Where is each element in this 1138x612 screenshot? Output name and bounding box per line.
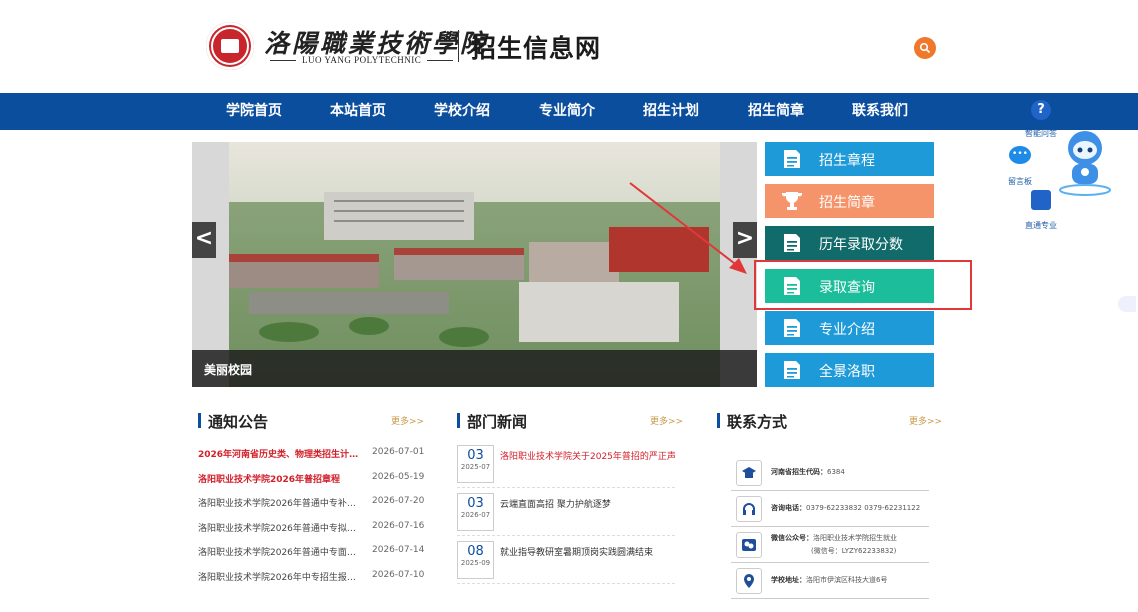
- contact-value: 6384: [827, 468, 845, 476]
- notice-title: 洛阳职业技术学院2026年普通中专拟录取...: [198, 523, 364, 534]
- school-name-en: LUO YANG POLYTECHNIC: [264, 55, 459, 65]
- school-logo: [206, 22, 254, 70]
- news-year-month: 2026-07: [460, 511, 491, 519]
- notices-more-link[interactable]: 更多>>: [391, 414, 424, 427]
- quick-button-4[interactable]: 专业介绍: [765, 311, 934, 345]
- notice-date: 2026-07-20: [372, 496, 425, 506]
- news-date-box: 08 2025-09: [457, 541, 494, 579]
- news-title: 就业指导教研室暑期顶岗实践圆满结束: [500, 548, 654, 558]
- notice-date: 2026-07-16: [372, 520, 425, 531]
- news-title: 洛阳职业技术学院关于2025年普招的严正声明: [500, 452, 675, 462]
- news-year-month: 2025-07: [460, 463, 491, 471]
- notices-title: 通知公告: [198, 411, 268, 432]
- contact-item: 微信公众号：洛阳职业技术学院招生就业 (微信号：LYZY62233832): [731, 528, 929, 563]
- contact-item: 咨询电话：0379-62233832 0379-62231122: [731, 492, 929, 527]
- document-icon: [784, 234, 800, 252]
- contact-label: 咨询电话：: [771, 504, 806, 512]
- slide-caption: 美丽校园: [204, 363, 253, 377]
- contact-value: 0379-62233832 0379-62231122: [806, 504, 921, 512]
- contact-item: 学校地址：洛阳市伊滨区科技大道6号: [731, 564, 929, 599]
- message-board-widget[interactable]: ••• 留言板: [1006, 146, 1034, 187]
- main-nav: 学院首页 本站首页 学校介绍 专业简介 招生计划 招生简章 联系我们: [0, 93, 1138, 130]
- document-icon: [784, 319, 800, 337]
- quick-button-label: 历年录取分数: [819, 237, 903, 253]
- contact-value-line2: (微信号：LYZY62233832): [811, 547, 897, 555]
- notice-title: 洛阳职业技术学院2026年普通中专补档拟...: [198, 499, 364, 509]
- book-icon: [1031, 190, 1051, 210]
- news-title: 云端直面高招 聚力护航逐梦: [500, 500, 611, 510]
- smart-qa-label: 智能问答: [1025, 129, 1057, 138]
- nav-site-home[interactable]: 本站首页: [330, 93, 386, 130]
- graduate-icon: [736, 460, 762, 486]
- site-title: 招生信息网: [471, 34, 602, 63]
- notice-date: 2026-05-19: [372, 471, 425, 482]
- news-item[interactable]: 08 2025-09 就业指导教研室暑期顶岗实践圆满结束: [457, 541, 675, 584]
- nav-enrollment-guide[interactable]: 招生简章: [748, 93, 804, 130]
- major-direct-label: 直通专业: [1025, 221, 1057, 230]
- contact-item: 河南省招生代码：6384: [731, 456, 929, 491]
- news-date-box: 03 2026-07: [457, 493, 494, 531]
- news-item[interactable]: 03 2026-07 云端直面高招 聚力护航逐梦: [457, 493, 675, 536]
- chat-bubble-icon: •••: [1009, 146, 1031, 164]
- notice-title: 洛阳职业技术学院2026年普招章程: [198, 474, 341, 485]
- search-icon: [919, 42, 931, 54]
- news-item[interactable]: 03 2025-07 洛阳职业技术学院关于2025年普招的严正声明: [457, 445, 675, 488]
- notice-date: 2026-07-10: [372, 569, 425, 580]
- side-expand-tab[interactable]: [1118, 296, 1136, 312]
- quick-button-0[interactable]: 招生章程: [765, 142, 934, 176]
- question-icon: ?: [1031, 100, 1051, 120]
- document-icon: [784, 361, 800, 379]
- news-day: 03: [467, 496, 484, 511]
- red-arrow-annotation: [629, 182, 747, 274]
- contacts-more-link[interactable]: 更多>>: [909, 414, 942, 427]
- nav-enrollment-plan[interactable]: 招生计划: [643, 93, 699, 130]
- message-board-label: 留言板: [1008, 177, 1032, 186]
- quick-button-5[interactable]: 全景洛职: [765, 353, 934, 387]
- news-title: 部门新闻: [457, 411, 527, 432]
- news-more-link[interactable]: 更多>>: [650, 414, 683, 427]
- slide-caption-bar: 美丽校园: [192, 350, 757, 387]
- wechat-icon: [736, 532, 762, 558]
- quick-button-label: 专业介绍: [819, 322, 875, 338]
- notice-title: 2026年河南省历史类、物理类招生计划和...: [198, 450, 364, 460]
- quick-button-1[interactable]: 招生简章: [765, 184, 934, 218]
- quick-button-2[interactable]: 历年录取分数: [765, 226, 934, 260]
- contact-info: 咨询电话：0379-62233832 0379-62231122: [771, 503, 920, 513]
- contact-label: 学校地址：: [771, 576, 806, 584]
- notice-title: 洛阳职业技术学院2026年普通中专面试成...: [198, 548, 364, 558]
- nav-contact[interactable]: 联系我们: [852, 93, 908, 130]
- news-year-month: 2025-09: [460, 559, 491, 567]
- news-day: 03: [467, 448, 484, 463]
- contact-label: 微信公众号：: [771, 534, 813, 542]
- quick-button-label: 招生章程: [819, 153, 875, 169]
- location-icon: [736, 568, 762, 594]
- document-icon: [784, 150, 800, 168]
- contact-label: 河南省招生代码：: [771, 468, 827, 476]
- headset-icon: [736, 496, 762, 522]
- news-day: 08: [467, 544, 484, 559]
- header-divider: [458, 30, 459, 62]
- search-button[interactable]: [914, 37, 936, 59]
- nav-college-home[interactable]: 学院首页: [226, 93, 282, 130]
- contact-info: 微信公众号：洛阳职业技术学院招生就业 (微信号：LYZY62233832): [771, 533, 897, 556]
- notice-date: 2026-07-14: [372, 545, 425, 555]
- news-date-box: 03 2025-07: [457, 445, 494, 483]
- highlight-annotation-box: [754, 260, 972, 310]
- robot-assistant-icon[interactable]: [1058, 128, 1112, 198]
- nav-majors[interactable]: 专业简介: [539, 93, 595, 130]
- contact-info: 学校地址：洛阳市伊滨区科技大道6号: [771, 575, 887, 585]
- contact-info: 河南省招生代码：6384: [771, 467, 845, 477]
- slide-prev-button[interactable]: <: [192, 222, 216, 258]
- contact-value: 洛阳市伊滨区科技大道6号: [806, 576, 888, 584]
- notice-date: 2026-07-01: [372, 447, 425, 457]
- contact-value: 洛阳职业技术学院招生就业: [813, 534, 897, 542]
- notice-title: 洛阳职业技术学院2026年中专招生报名信...: [198, 572, 364, 583]
- major-direct-widget[interactable]: 直通专业: [1024, 190, 1058, 231]
- nav-school-intro[interactable]: 学校介绍: [434, 93, 490, 130]
- contacts-title: 联系方式: [717, 411, 787, 432]
- quick-button-label: 全景洛职: [819, 364, 875, 380]
- smart-qa-widget[interactable]: ? 智能问答: [1024, 100, 1058, 139]
- trophy-icon: [782, 192, 802, 210]
- quick-button-label: 招生简章: [819, 195, 875, 211]
